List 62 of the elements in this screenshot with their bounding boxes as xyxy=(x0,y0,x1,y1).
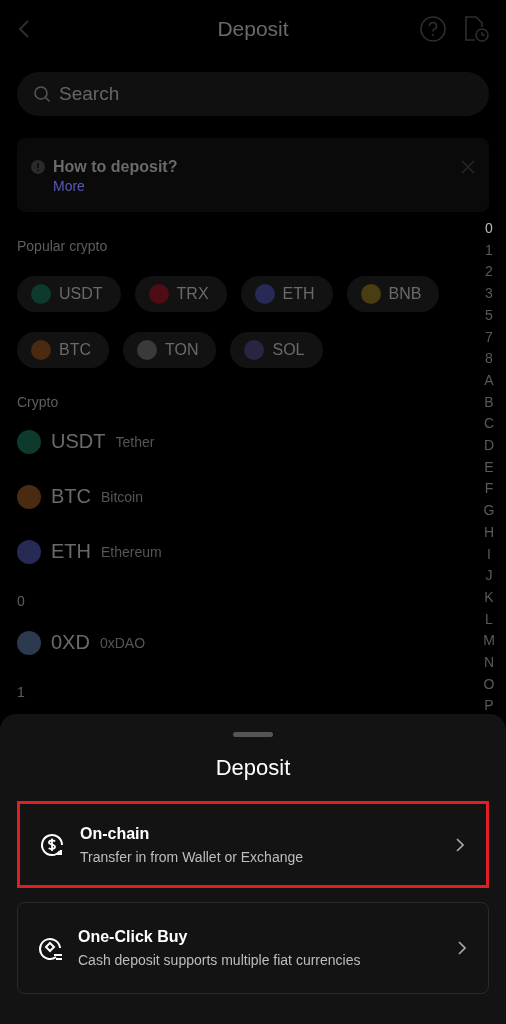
index-letter[interactable]: 2 xyxy=(482,261,496,284)
search-field[interactable]: Search xyxy=(17,72,489,116)
sheet-title: Deposit xyxy=(215,755,291,781)
index-letter[interactable]: E xyxy=(482,456,496,479)
group-heading: 1 xyxy=(17,684,25,700)
coin-chip[interactable]: TRX xyxy=(134,276,227,312)
index-letter[interactable]: O xyxy=(482,673,496,696)
index-letter[interactable]: N xyxy=(482,652,496,674)
index-letter[interactable]: 3 xyxy=(482,283,496,305)
info-icon xyxy=(31,160,45,174)
option-description: Transfer in from Wallet or Exchange xyxy=(80,848,305,865)
index-letter[interactable]: 5 xyxy=(482,304,496,327)
coin-name: Bitcoin xyxy=(101,488,144,505)
index-letter[interactable]: B xyxy=(482,391,496,414)
notice-title: How to deposit? xyxy=(53,158,178,176)
index-letter[interactable]: I xyxy=(482,543,496,566)
option-description: Cash deposit supports multiple fiat currencies xyxy=(78,952,362,968)
section-heading: Popular crypto xyxy=(17,238,108,254)
deposit-option[interactable]: On-chain Transfer in from Wallet or Exchange xyxy=(17,801,489,888)
coin-chip[interactable]: BNB xyxy=(346,276,440,312)
index-letter[interactable]: 0 xyxy=(482,218,496,240)
coin-symbol: USDT xyxy=(51,430,106,453)
coin-name: Ethereum xyxy=(101,543,162,560)
drag-handle[interactable] xyxy=(233,732,273,737)
index-letter[interactable]: H xyxy=(482,521,496,544)
deposit-option[interactable]: One-Click Buy Cash deposit supports multiple fiat currencies xyxy=(17,902,489,994)
coin-symbol: 0XD xyxy=(51,631,90,654)
index-letter[interactable]: 1 xyxy=(482,239,496,262)
search-icon xyxy=(33,85,51,103)
index-letter[interactable]: L xyxy=(482,608,496,631)
help-icon[interactable] xyxy=(420,16,446,42)
coin-chip[interactable]: BTC xyxy=(17,332,109,368)
index-letter[interactable]: P xyxy=(482,695,496,718)
index-letter[interactable]: M xyxy=(482,630,496,653)
coin-symbol: BTC xyxy=(51,485,91,508)
page-title: Deposit xyxy=(217,17,289,41)
section-heading: Crypto xyxy=(17,394,59,410)
index-letter[interactable]: G xyxy=(482,500,496,522)
index-letter[interactable]: J xyxy=(482,565,496,587)
index-letter[interactable]: A xyxy=(482,369,496,392)
index-letter[interactable]: C xyxy=(482,413,496,436)
coin-symbol: ETH xyxy=(51,540,91,563)
chevron-right-icon xyxy=(458,941,466,955)
back-icon[interactable] xyxy=(18,19,30,39)
coin-chip[interactable]: SOL xyxy=(230,332,323,368)
coin-name: 0xDAO xyxy=(99,634,146,651)
coin-chip[interactable]: USDT xyxy=(17,276,121,312)
coin-chip[interactable]: ETH xyxy=(240,276,333,312)
option-title: One-Click Buy xyxy=(78,928,189,946)
option-title: On-chain xyxy=(80,824,151,843)
coin-name: Tether xyxy=(115,433,155,450)
index-letter[interactable]: 7 xyxy=(482,326,496,349)
index-letter[interactable]: 8 xyxy=(482,348,496,370)
index-letter[interactable]: F xyxy=(482,478,496,501)
index-letter[interactable]: D xyxy=(482,435,496,457)
close-icon[interactable] xyxy=(461,160,475,174)
coin-chip[interactable]: TON xyxy=(123,332,217,368)
history-icon[interactable] xyxy=(464,15,490,43)
group-heading: 0 xyxy=(17,593,25,609)
more-link[interactable]: More xyxy=(53,178,178,194)
chevron-right-icon xyxy=(456,837,464,852)
index-letter[interactable]: K xyxy=(482,586,496,609)
